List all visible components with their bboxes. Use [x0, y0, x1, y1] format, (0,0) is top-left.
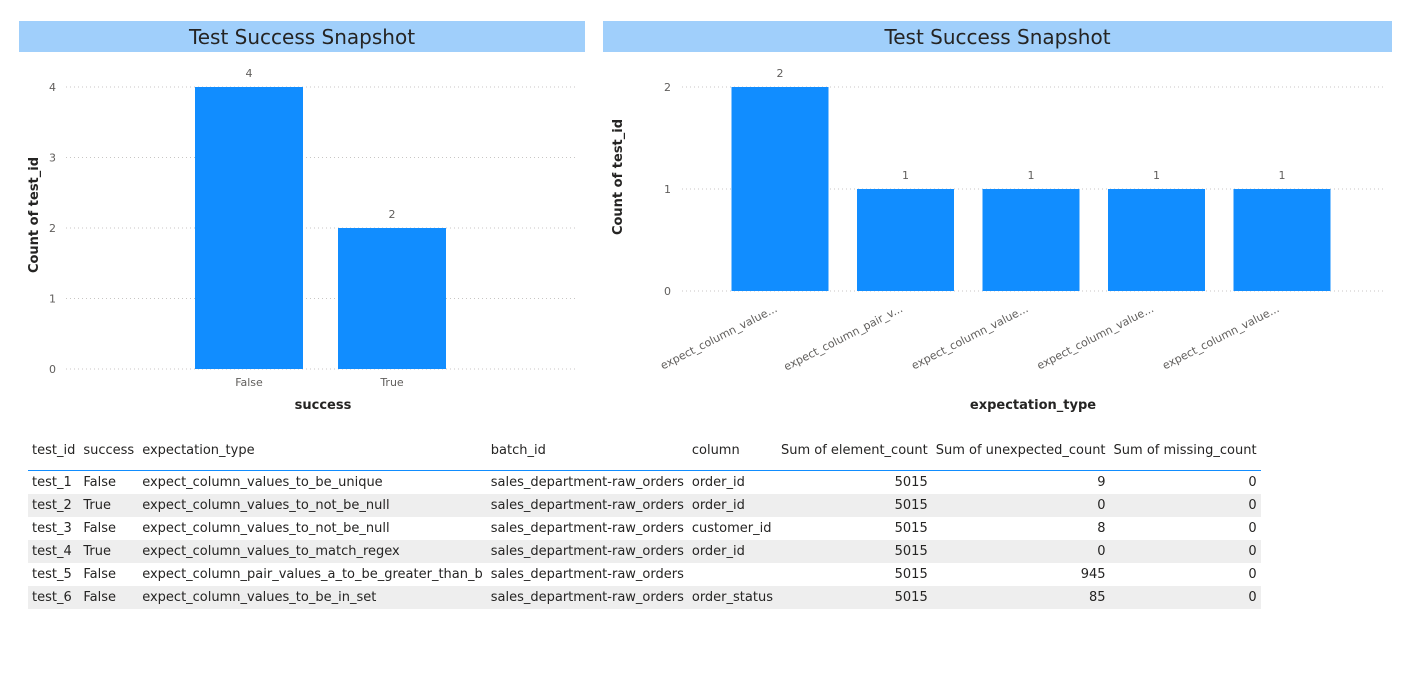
chart-2-bar: [1233, 189, 1331, 291]
cell-missing-count: 0: [1109, 494, 1261, 517]
cell-element-count: 5015: [894, 475, 928, 490]
cell-column: order_status: [687, 586, 777, 609]
cell-element-count: 5015: [776, 540, 932, 563]
chart-2-x-tick-label: expect_column_value...: [909, 302, 1030, 372]
table-row[interactable]: test_4 True expect_column_values_to_match_…: [28, 540, 1261, 563]
col-header-batch-id[interactable]: batch_id: [486, 436, 688, 471]
cell-success: False: [83, 521, 116, 536]
chart-2-data-label: 1: [1279, 169, 1286, 182]
cell-test-id: test_3: [32, 521, 72, 536]
cell-expectation-type: expect_column_pair_values_a_to_be_greate…: [142, 567, 483, 582]
chart-2-x-axis-title: expectation_type: [970, 398, 1096, 413]
cell-expectation-type: expect_column_values_to_match_regex: [138, 540, 487, 563]
cell-success: False: [83, 567, 116, 582]
chart-2-x-tick-label: expect_column_value...: [1035, 302, 1156, 372]
cell-unexpected-count: 0: [931, 540, 1110, 563]
cell-missing-count: 0: [1109, 586, 1261, 609]
cell-unexpected-count: 8: [1097, 521, 1106, 536]
chart-2-bar: [1108, 189, 1205, 291]
chart-2-y-tick-label: 1: [664, 183, 671, 196]
cell-batch-id: sales_department-raw_orders: [486, 494, 688, 517]
cell-element-count: 5015: [894, 521, 928, 536]
col-header-column[interactable]: column: [687, 436, 777, 471]
chart-2-bar: [982, 189, 1080, 291]
cell-batch-id: sales_department-raw_orders: [486, 586, 688, 609]
chart-2-x-tick-label: expect_column_value...: [1160, 302, 1281, 372]
cell-column: order_id: [691, 475, 745, 490]
cell-missing-count: 0: [1248, 521, 1257, 536]
cell-success: False: [83, 475, 116, 490]
col-header-success[interactable]: success: [79, 436, 139, 471]
cell-missing-count: 0: [1248, 475, 1257, 490]
cell-test-id: test_6: [28, 586, 80, 609]
table-header-row: test_id success expectation_type batch_i…: [28, 436, 1261, 471]
cell-element-count: 5015: [894, 567, 928, 582]
cell-batch-id: sales_department-raw_orders: [490, 521, 684, 536]
cell-test-id: test_5: [32, 567, 72, 582]
chart-2-y-tick-label: 0: [664, 285, 671, 298]
cell-success: True: [79, 540, 139, 563]
chart-2-data-label: 1: [1028, 169, 1035, 182]
cell-success: True: [79, 494, 139, 517]
chart-2-data-label: 2: [777, 67, 784, 80]
chart-2-y-tick-label: 2: [664, 81, 671, 94]
cell-missing-count: 0: [1248, 567, 1257, 582]
cell-batch-id: sales_department-raw_orders: [490, 567, 684, 582]
chart-2-data-label: 1: [902, 169, 909, 182]
cell-column: customer_id: [691, 521, 772, 536]
chart-2-bar: [857, 189, 954, 291]
cell-unexpected-count: 9: [1097, 475, 1106, 490]
table-row[interactable]: test_3 False expect_column_values_to_not_b…: [28, 517, 1261, 540]
cell-unexpected-count: 85: [931, 586, 1110, 609]
cell-test-id: test_2: [28, 494, 80, 517]
table-row[interactable]: test_5 False expect_column_pair_values_a_t…: [28, 563, 1261, 586]
cell-column: order_id: [687, 494, 777, 517]
cell-element-count: 5015: [776, 586, 932, 609]
cell-unexpected-count: 945: [1080, 567, 1106, 582]
chart-2-x-tick-label: expect_column_pair_v...: [782, 302, 905, 373]
cell-element-count: 5015: [776, 494, 932, 517]
col-header-unexpected-count[interactable]: Sum of unexpected_count: [931, 436, 1110, 471]
cell-batch-id: sales_department-raw_orders: [486, 540, 688, 563]
col-header-test-id[interactable]: test_id: [28, 436, 80, 471]
chart-2-bar: [731, 87, 829, 291]
cell-batch-id: sales_department-raw_orders: [490, 475, 684, 490]
cell-unexpected-count: 0: [931, 494, 1110, 517]
cell-expectation-type: expect_column_values_to_be_unique: [142, 475, 383, 490]
cell-missing-count: 0: [1109, 540, 1261, 563]
table-row[interactable]: test_1 False expect_column_values_to_be_un…: [28, 471, 1261, 495]
col-header-expectation-type[interactable]: expectation_type: [138, 436, 487, 471]
cell-test-id: test_1: [32, 475, 72, 490]
cell-column: [688, 563, 777, 586]
cell-expectation-type: expect_column_values_to_not_be_null: [142, 521, 390, 536]
col-header-element-count[interactable]: Sum of element_count: [776, 436, 932, 471]
cell-column: order_id: [687, 540, 777, 563]
cell-expectation-type: expect_column_values_to_not_be_null: [138, 494, 487, 517]
chart-2-x-tick-label: expect_column_value...: [658, 302, 779, 372]
table-row[interactable]: test_2 True expect_column_values_to_not_be…: [28, 494, 1261, 517]
col-header-missing-count[interactable]: Sum of missing_count: [1109, 436, 1261, 471]
cell-test-id: test_4: [28, 540, 80, 563]
cell-expectation-type: expect_column_values_to_be_in_set: [138, 586, 487, 609]
cell-success: False: [79, 586, 139, 609]
results-table: test_id success expectation_type batch_i…: [28, 436, 1261, 609]
table-row[interactable]: test_6 False expect_column_values_to_be_in…: [28, 586, 1261, 609]
chart-2-data-label: 1: [1153, 169, 1160, 182]
chart-2-y-axis-title: Count of test_id: [611, 119, 626, 235]
